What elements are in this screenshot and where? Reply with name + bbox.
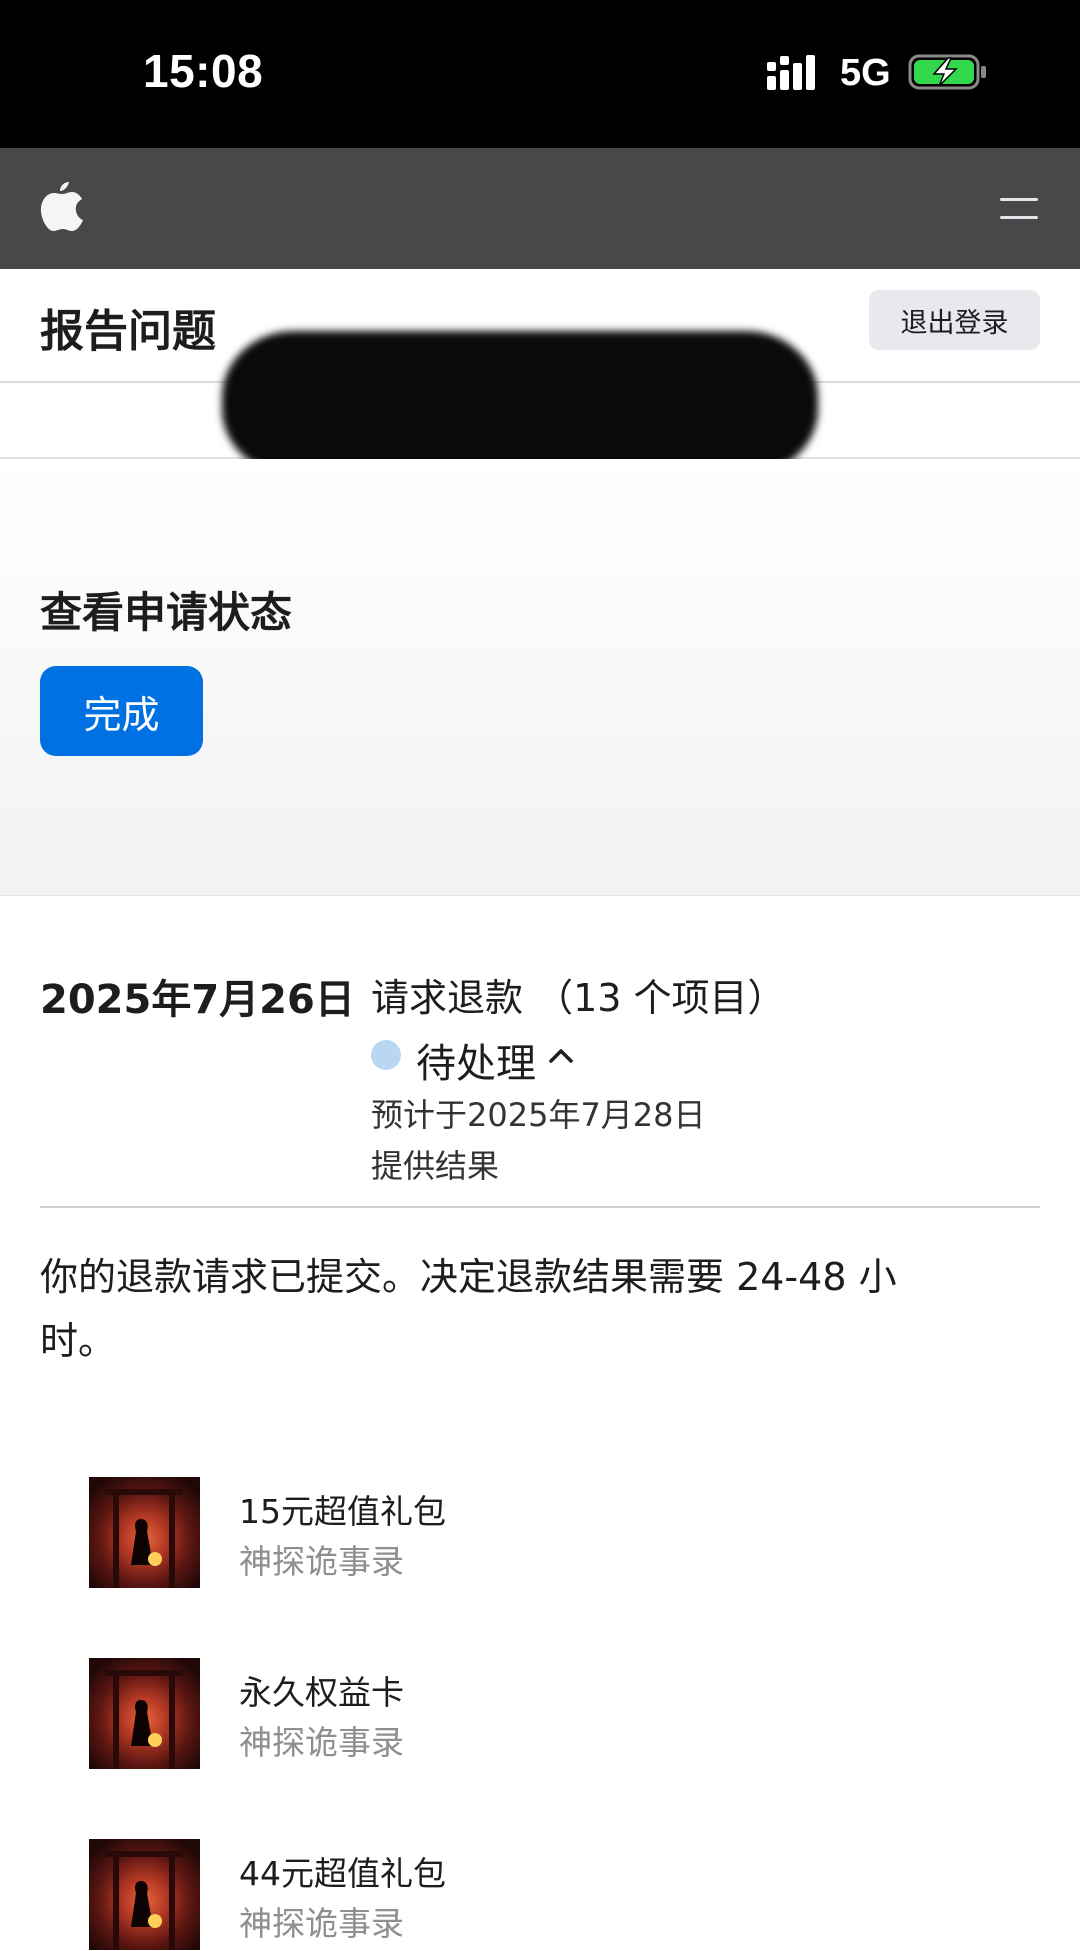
divider xyxy=(40,1206,1040,1208)
signal-icon xyxy=(767,55,815,90)
menu-icon[interactable] xyxy=(998,194,1040,224)
request-title: 请求退款 （13 个项目） xyxy=(371,976,786,1020)
list-item[interactable]: 44元超值礼包 神探诡事录 xyxy=(89,1839,1039,1951)
eta-line-2: 提供结果 xyxy=(371,1147,500,1185)
section-title: 查看申请状态 xyxy=(40,588,293,637)
app-icon xyxy=(89,1839,200,1950)
redacted-scribble xyxy=(222,331,818,475)
refund-message: 你的退款请求已提交。决定退款结果需要 24-48 小时。 xyxy=(40,1255,897,1363)
eta-line-1: 预计于2025年7月28日 xyxy=(371,1096,706,1134)
item-app: 神探诡事录 xyxy=(239,1904,404,1943)
app-icon xyxy=(89,1477,200,1588)
item-app: 神探诡事录 xyxy=(239,1542,404,1581)
request-date: 2025年7月26日 xyxy=(40,977,355,1023)
item-app: 神探诡事录 xyxy=(239,1723,404,1762)
logout-button[interactable]: 退出登录 xyxy=(869,290,1040,350)
status-label[interactable]: 待处理 xyxy=(416,1031,536,1089)
item-name: 44元超值礼包 xyxy=(239,1854,446,1893)
status-time: 15:08 xyxy=(143,45,264,97)
eta-text: 预计于2025年7月28日 提供结果 xyxy=(371,1090,791,1192)
apple-logo-icon[interactable] xyxy=(40,178,84,232)
app-icon xyxy=(89,1658,200,1769)
network-type: 5G xyxy=(840,52,891,94)
status-dot xyxy=(371,1040,401,1070)
chevron-up-icon[interactable] xyxy=(548,1046,574,1064)
status-section: 查看申请状态 完成 xyxy=(0,459,1080,896)
item-name: 永久权益卡 xyxy=(239,1673,404,1712)
status-bar: 15:08 5G xyxy=(0,0,1080,148)
item-name: 15元超值礼包 xyxy=(239,1492,446,1531)
list-item[interactable]: 15元超值礼包 神探诡事录 xyxy=(89,1477,1039,1589)
site-nav-bar xyxy=(0,148,1080,269)
battery-charging-icon xyxy=(908,54,986,90)
done-button[interactable]: 完成 xyxy=(40,666,203,756)
page-title: 报告问题 xyxy=(40,306,216,357)
list-item[interactable]: 永久权益卡 神探诡事录 xyxy=(89,1658,1039,1770)
